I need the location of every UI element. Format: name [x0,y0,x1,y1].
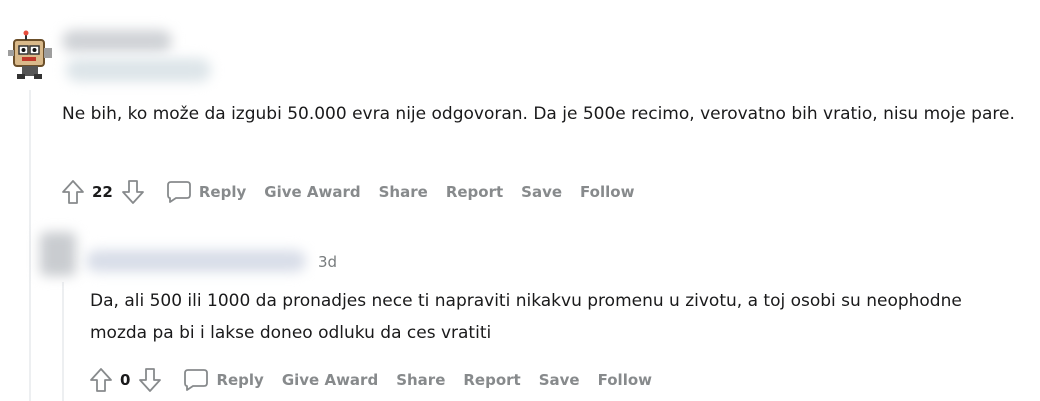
comment-body: Ne bih, ko može da izgubi 50.000 evra ni… [62,104,1015,124]
follow-button[interactable]: Follow [598,371,652,389]
downvote-icon[interactable] [120,178,146,206]
save-button[interactable]: Save [521,183,562,201]
username-meta [66,58,211,82]
reply-label: Reply [198,183,247,201]
follow-button[interactable]: Follow [580,183,634,201]
vote-count: 22 [92,183,113,201]
avatar[interactable] [8,30,54,80]
thread-line-reply[interactable] [62,282,64,401]
report-button[interactable]: Report [463,371,520,389]
reply-button[interactable]: Reply [166,180,246,204]
give-award-button[interactable]: Give Award [264,183,360,201]
thread-line[interactable] [29,90,31,401]
vote-count: 0 [120,371,131,389]
timestamp[interactable]: 3d [318,253,337,271]
username[interactable] [62,30,172,52]
comment-bubble-icon [166,180,192,204]
comment-body: Da, ali 500 ili 1000 da pronadjes nece t… [90,291,962,343]
share-button[interactable]: Share [396,371,445,389]
report-button[interactable]: Report [446,183,503,201]
upvote-icon[interactable] [60,178,86,206]
give-award-button[interactable]: Give Award [282,371,378,389]
reply-button[interactable]: Reply [183,368,264,392]
downvote-icon[interactable] [137,366,163,394]
avatar[interactable] [40,232,76,276]
comment-bubble-icon [183,368,209,392]
save-button[interactable]: Save [539,371,580,389]
comment-actions: 0 Reply Give Award Share Report Save Fol… [88,364,670,396]
share-button[interactable]: Share [379,183,428,201]
reply-label: Reply [216,371,264,389]
comment-actions: 22 Reply Give Award Share Report Save Fo… [60,176,652,208]
upvote-icon[interactable] [88,366,114,394]
username[interactable] [86,250,306,272]
